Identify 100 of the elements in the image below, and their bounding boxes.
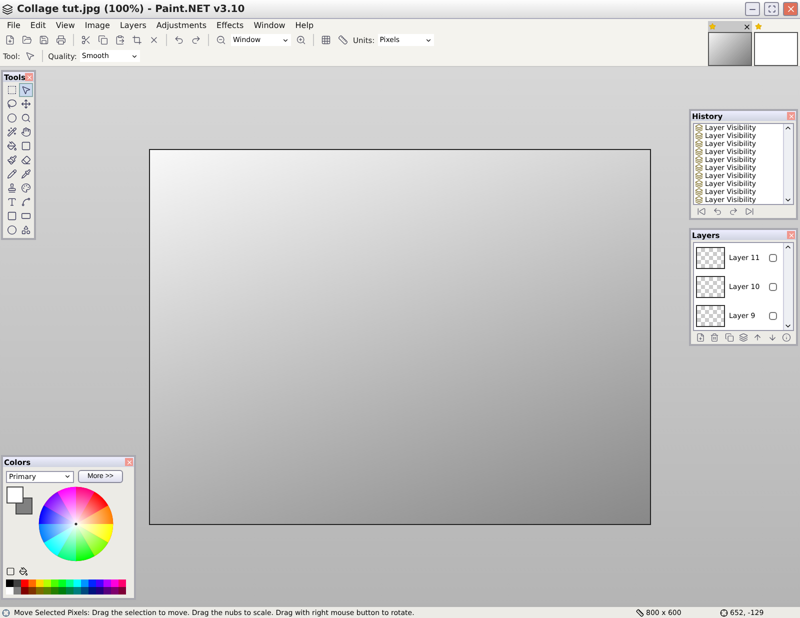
- duplicate-layer-icon: [724, 333, 734, 342]
- scrollbar[interactable]: [783, 243, 793, 330]
- image-thumbnail: [708, 32, 752, 66]
- crop-button[interactable]: [130, 33, 144, 47]
- move-selection-icon: [21, 99, 31, 109]
- close-icon: [787, 231, 795, 239]
- copy-button[interactable]: [96, 33, 110, 47]
- delete-layer-button[interactable]: [708, 332, 721, 343]
- redo-icon: [728, 207, 738, 216]
- freeform-icon: [21, 225, 31, 235]
- close-icon: [786, 4, 796, 14]
- dropdown-icon: [130, 52, 138, 60]
- grid-button[interactable]: [319, 33, 333, 47]
- tool-button[interactable]: [5, 125, 19, 139]
- copy-icon: [98, 35, 108, 45]
- rulers-button[interactable]: [336, 33, 350, 47]
- scroll-down-icon: [784, 196, 792, 204]
- duplicate-layer-button[interactable]: [722, 332, 736, 343]
- tool-button[interactable]: [5, 153, 19, 167]
- magic-wand-icon: [7, 127, 17, 137]
- layer-thumbnail: [696, 304, 725, 326]
- paint-bucket-icon: [19, 567, 28, 576]
- pointer-icon: [25, 51, 36, 61]
- ruler-icon: [338, 35, 348, 45]
- tool-button[interactable]: [19, 125, 33, 139]
- crop-icon: [132, 35, 142, 45]
- minimize-button[interactable]: [745, 2, 760, 16]
- close-button[interactable]: [783, 2, 798, 16]
- tool-button[interactable]: [5, 139, 19, 153]
- menu-item[interactable]: Help: [290, 21, 319, 30]
- close-icon: [125, 458, 133, 466]
- tool-button[interactable]: [19, 153, 33, 167]
- print-button[interactable]: [54, 33, 68, 47]
- image-tab[interactable]: [754, 21, 798, 66]
- open-folder-icon: [22, 35, 32, 45]
- tool-button[interactable]: [5, 209, 19, 223]
- picker-icon: [21, 169, 31, 179]
- zoom-out-button[interactable]: [214, 33, 228, 47]
- print-icon: [56, 35, 66, 45]
- app-icon: [2, 4, 13, 14]
- zoom-out-icon: [216, 35, 226, 45]
- tool-button[interactable]: [19, 195, 33, 209]
- text-icon: [7, 197, 17, 207]
- paste-icon: [115, 35, 125, 45]
- menu-item[interactable]: Adjustments: [151, 21, 212, 30]
- rect-select-icon: [7, 85, 17, 95]
- scroll-up-icon: [784, 124, 792, 132]
- zoom-in-button[interactable]: [294, 33, 308, 47]
- tool-button[interactable]: [19, 111, 33, 125]
- restore-icon: [768, 5, 776, 13]
- tool-button[interactable]: [5, 167, 19, 181]
- star-icon: [709, 23, 716, 30]
- stamp-icon: [7, 183, 17, 193]
- undo-icon: [174, 35, 184, 45]
- visibility-checkbox[interactable]: [769, 254, 777, 262]
- tool-button[interactable]: [19, 97, 33, 111]
- menu-item[interactable]: Effects: [212, 21, 249, 30]
- rectangle-icon: [7, 211, 17, 221]
- menu-item[interactable]: File: [2, 21, 26, 30]
- merge-layer-button[interactable]: [737, 332, 750, 343]
- star-icon: [755, 23, 762, 30]
- tool-button[interactable]: [19, 223, 33, 237]
- tool-button[interactable]: [5, 223, 19, 237]
- tool-button[interactable]: [19, 139, 33, 153]
- visibility-checkbox[interactable]: [769, 282, 777, 290]
- menu-item[interactable]: Image: [80, 21, 115, 30]
- redo-icon: [191, 35, 201, 45]
- bucket-icon: [7, 141, 17, 151]
- restore-button[interactable]: [764, 2, 779, 16]
- move-down-icon: [768, 333, 777, 342]
- tool-button[interactable]: [19, 181, 33, 195]
- ellipse-icon: [7, 225, 17, 235]
- eraser-icon: [21, 155, 31, 165]
- brush-icon: [7, 155, 17, 165]
- tool-button[interactable]: [5, 97, 19, 111]
- tool-button[interactable]: [19, 83, 33, 97]
- undo-icon: [712, 207, 722, 216]
- menu-item[interactable]: Edit: [25, 21, 51, 30]
- crosshair-icon: [720, 608, 728, 616]
- save-icon: [39, 35, 49, 45]
- tool-button[interactable]: [19, 167, 33, 181]
- menu-item[interactable]: Window: [248, 21, 290, 30]
- tool-button[interactable]: [5, 111, 19, 125]
- add-layer-button[interactable]: [694, 332, 706, 343]
- close-icon: [25, 73, 33, 81]
- delete-layer-icon: [710, 333, 720, 342]
- menu-item[interactable]: Layers: [114, 21, 152, 30]
- properties-button[interactable]: [780, 332, 793, 343]
- add-layer-icon: [696, 333, 705, 342]
- save-button[interactable]: [37, 33, 51, 47]
- visibility-checkbox[interactable]: [769, 312, 777, 320]
- pencil-icon: [7, 169, 17, 179]
- scrollbar[interactable]: [783, 124, 793, 204]
- square-icon: [6, 567, 15, 576]
- zoom-icon: [21, 113, 31, 123]
- image-tab[interactable]: [708, 21, 752, 66]
- image-thumbnail: [754, 32, 798, 66]
- line-icon: [21, 197, 31, 207]
- menu-item[interactable]: View: [50, 21, 80, 30]
- tool-button[interactable]: [5, 83, 19, 97]
